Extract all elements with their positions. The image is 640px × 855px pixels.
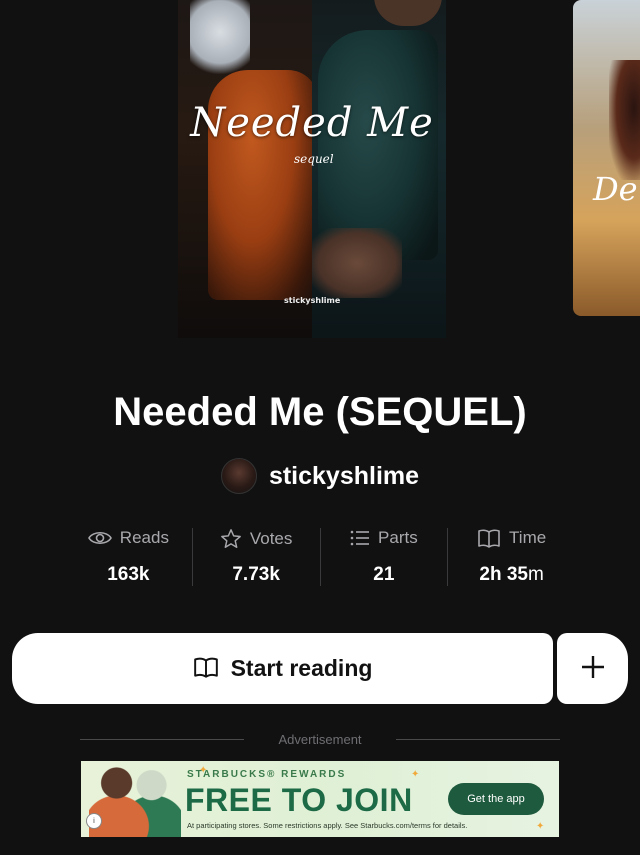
star-icon [220,528,242,550]
ad-cta-button[interactable]: Get the app [448,783,544,815]
ad-image [89,765,181,837]
next-story-cover[interactable]: De [573,0,640,316]
stat-time-label: Time [509,528,547,547]
plus-icon [580,654,606,684]
sparkle-icon: ✦ [536,821,545,832]
stat-time-value: 2h 35m [479,564,543,586]
ad-choices-icon[interactable]: i [86,813,102,829]
book-icon [193,656,219,682]
cover-author-tag: stickyshlime [284,296,341,305]
next-cover-art [609,60,640,180]
divider [80,738,245,740]
next-cover-title: De [593,170,638,208]
stat-time: Time 2h 35m [447,528,575,586]
stat-reads-value: 163k [107,564,150,585]
sparkle-icon: ✦ [411,769,420,780]
divider [395,738,560,740]
ad-banner[interactable]: i ✦ ✦ ✦ STARBUCKS® REWARDS FREE TO JOIN … [81,761,559,837]
author-avatar[interactable] [220,458,257,494]
start-reading-label: Start reading [230,655,373,681]
stat-time-hours: 2h 35 [479,564,528,585]
story-stats: Reads 163k Votes 7.73k Parts 21 Time 2h … [65,528,575,586]
stat-reads: Reads 163k [65,528,192,586]
list-icon [350,530,370,546]
stat-parts: Parts 21 [319,528,448,586]
add-to-library-button[interactable] [557,633,628,704]
stat-time-unit: m [528,564,544,585]
cover-title: Needed Me [190,100,434,146]
ad-headline: FREE TO JOIN [185,782,413,818]
author-row[interactable]: stickyshlime [0,458,640,494]
stat-votes-value: 7.73k [232,564,280,585]
stat-votes: Votes 7.73k [191,528,320,586]
stat-parts-value: 21 [373,564,395,585]
story-title: Needed Me (SEQUEL) [113,390,527,434]
stat-reads-label: Reads [119,528,169,547]
author-name[interactable]: stickyshlime [269,462,419,491]
story-cover[interactable]: Needed Me sequel stickyshlime [178,0,446,338]
eye-icon [87,529,112,547]
ad-brand: STARBUCKS® REWARDS [187,769,347,780]
book-icon [477,528,501,548]
cover-art-glove [190,0,250,80]
stat-votes-label: Votes [249,529,293,548]
ad-label-row: Advertisement [80,730,560,748]
cover-art-hand [312,228,402,298]
ad-label: Advertisement [278,731,362,747]
start-reading-button[interactable]: Start reading [12,633,553,704]
ad-fine-print: At participating stores. Some restrictio… [187,821,468,830]
cover-subtitle: sequel [294,152,334,166]
stat-parts-label: Parts [378,528,418,547]
